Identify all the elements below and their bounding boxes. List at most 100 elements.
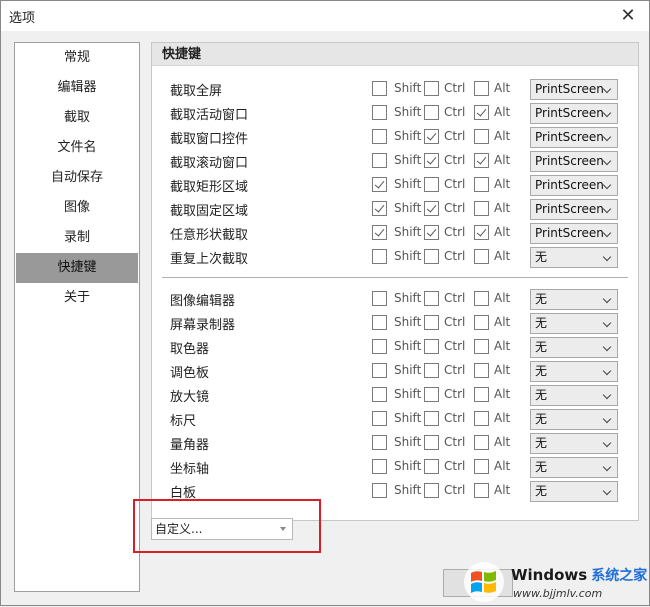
key-select[interactable]: 无	[530, 409, 618, 430]
key-select[interactable]: 无	[530, 385, 618, 406]
ctrl-checkbox[interactable]	[424, 129, 439, 144]
alt-checkbox[interactable]	[474, 129, 489, 144]
shift-checkbox[interactable]	[372, 387, 387, 402]
shift-label: Shift	[394, 411, 422, 425]
shift-checkbox[interactable]	[372, 105, 387, 120]
ctrl-checkbox[interactable]	[424, 201, 439, 216]
hotkey-label: 标尺	[170, 414, 197, 429]
ctrl-label: Ctrl	[444, 387, 466, 401]
close-icon[interactable]: ✕	[615, 5, 641, 27]
key-select[interactable]: 无	[530, 289, 618, 310]
key-select[interactable]: 无	[530, 337, 618, 358]
alt-checkbox[interactable]	[474, 201, 489, 216]
ctrl-checkbox[interactable]	[424, 249, 439, 264]
shift-checkbox[interactable]	[372, 81, 387, 96]
alt-checkbox[interactable]	[474, 315, 489, 330]
alt-checkbox[interactable]	[474, 483, 489, 498]
sidebar-item[interactable]: 文件名	[15, 133, 139, 163]
ctrl-checkbox[interactable]	[424, 411, 439, 426]
shift-checkbox[interactable]	[372, 483, 387, 498]
ctrl-checkbox[interactable]	[424, 177, 439, 192]
key-select-value: 无	[535, 484, 548, 498]
sidebar-item[interactable]: 常规	[15, 43, 139, 73]
ctrl-checkbox[interactable]	[424, 291, 439, 306]
alt-checkbox[interactable]	[474, 225, 489, 240]
ctrl-checkbox[interactable]	[424, 153, 439, 168]
key-select[interactable]: PrintScreen	[530, 127, 618, 148]
alt-checkbox[interactable]	[474, 363, 489, 378]
chevron-down-icon	[603, 434, 613, 453]
alt-checkbox[interactable]	[474, 459, 489, 474]
ctrl-checkbox[interactable]	[424, 363, 439, 378]
shift-checkbox[interactable]	[372, 153, 387, 168]
sidebar-item[interactable]: 关于	[15, 283, 139, 313]
key-select[interactable]: PrintScreen	[530, 103, 618, 124]
ctrl-checkbox[interactable]	[424, 225, 439, 240]
alt-label: Alt	[494, 459, 511, 473]
shift-checkbox[interactable]	[372, 201, 387, 216]
sidebar-item[interactable]: 图像	[15, 193, 139, 223]
alt-checkbox[interactable]	[474, 339, 489, 354]
shift-checkbox[interactable]	[372, 315, 387, 330]
chevron-down-icon	[603, 80, 613, 99]
key-select[interactable]: 无	[530, 457, 618, 478]
sidebar-item[interactable]: 录制	[15, 223, 139, 253]
shift-checkbox[interactable]	[372, 459, 387, 474]
ctrl-checkbox[interactable]	[424, 81, 439, 96]
sidebar-item[interactable]: 自动保存	[15, 163, 139, 193]
ctrl-checkbox[interactable]	[424, 387, 439, 402]
alt-checkbox[interactable]	[474, 81, 489, 96]
key-select[interactable]: PrintScreen	[530, 199, 618, 220]
key-select[interactable]: 无	[530, 433, 618, 454]
section-title: 快捷键	[152, 43, 638, 66]
alt-checkbox[interactable]	[474, 387, 489, 402]
alt-checkbox[interactable]	[474, 291, 489, 306]
ctrl-checkbox[interactable]	[424, 459, 439, 474]
chevron-down-icon	[603, 152, 613, 171]
shift-checkbox[interactable]	[372, 291, 387, 306]
ctrl-label: Ctrl	[444, 81, 466, 95]
key-select[interactable]: 无	[530, 313, 618, 334]
alt-label: Alt	[494, 201, 511, 215]
alt-label: Alt	[494, 483, 511, 497]
alt-checkbox[interactable]	[474, 435, 489, 450]
alt-checkbox[interactable]	[474, 249, 489, 264]
shift-checkbox[interactable]	[372, 363, 387, 378]
hotkey-row: 截取滚动窗口 Shift Ctrl Alt PrintScreen	[152, 150, 638, 172]
shift-checkbox[interactable]	[372, 339, 387, 354]
shift-checkbox[interactable]	[372, 435, 387, 450]
sidebar-item[interactable]: 截取	[15, 103, 139, 133]
chevron-down-icon	[603, 224, 613, 243]
ctrl-checkbox[interactable]	[424, 435, 439, 450]
chevron-down-icon	[603, 410, 613, 429]
shift-checkbox[interactable]	[372, 129, 387, 144]
ctrl-checkbox[interactable]	[424, 483, 439, 498]
shift-label: Shift	[394, 483, 422, 497]
ctrl-checkbox[interactable]	[424, 339, 439, 354]
sidebar-item[interactable]: 编辑器	[15, 73, 139, 103]
ctrl-checkbox[interactable]	[424, 315, 439, 330]
key-select[interactable]: PrintScreen	[530, 175, 618, 196]
shift-checkbox[interactable]	[372, 411, 387, 426]
sidebar-item[interactable]: 快捷键	[16, 253, 138, 283]
hotkey-row: 屏幕录制器 Shift Ctrl Alt 无	[152, 312, 638, 334]
shift-checkbox[interactable]	[372, 249, 387, 264]
hotkey-label: 图像编辑器	[170, 294, 236, 309]
ctrl-checkbox[interactable]	[424, 105, 439, 120]
hotkey-label: 截取全屏	[170, 84, 223, 99]
key-select[interactable]: PrintScreen	[530, 79, 618, 100]
key-select[interactable]: 无	[530, 247, 618, 268]
alt-checkbox[interactable]	[474, 105, 489, 120]
alt-checkbox[interactable]	[474, 411, 489, 426]
key-select[interactable]: 无	[530, 481, 618, 502]
hotkey-row: 图像编辑器 Shift Ctrl Alt 无	[152, 288, 638, 310]
key-select[interactable]: PrintScreen	[530, 223, 618, 244]
hotkey-label: 截取固定区域	[170, 204, 249, 219]
alt-checkbox[interactable]	[474, 177, 489, 192]
sidebar: 常规 编辑器 截取 文件名 自动保存 图像 录制 快捷键 关于	[14, 42, 140, 592]
shift-checkbox[interactable]	[372, 225, 387, 240]
key-select[interactable]: 无	[530, 361, 618, 382]
key-select[interactable]: PrintScreen	[530, 151, 618, 172]
shift-checkbox[interactable]	[372, 177, 387, 192]
alt-checkbox[interactable]	[474, 153, 489, 168]
